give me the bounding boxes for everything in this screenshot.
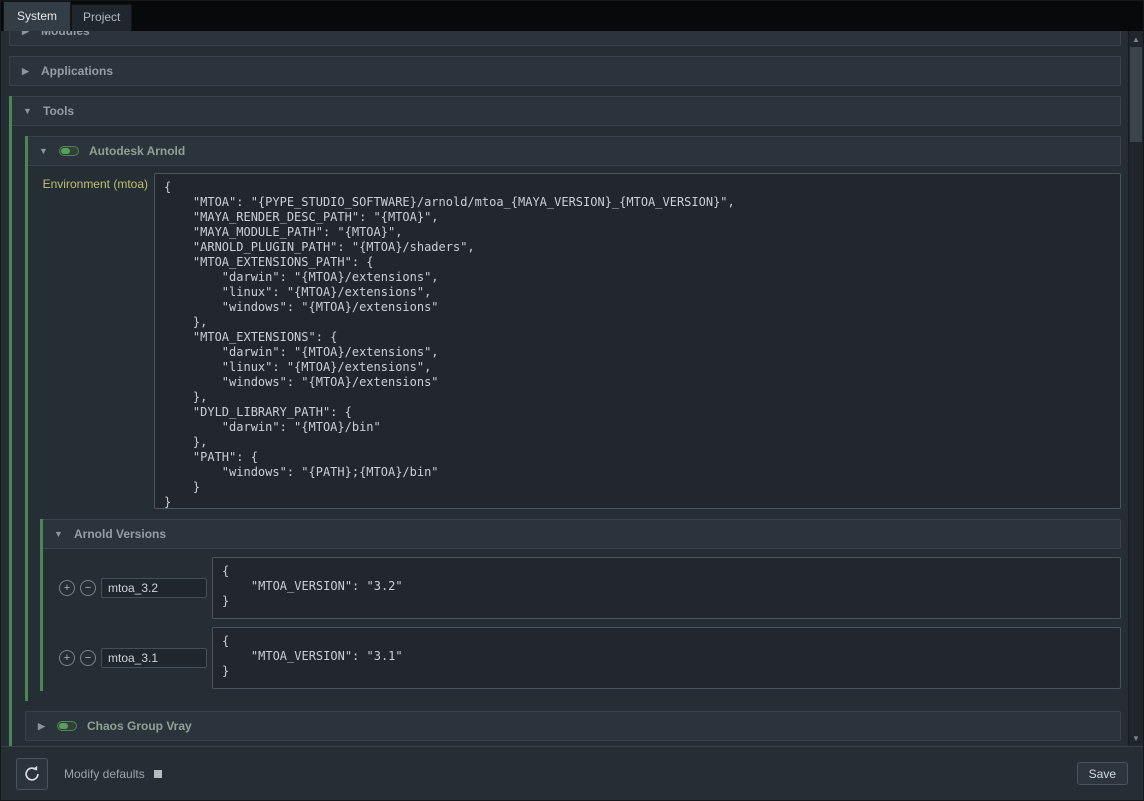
arnold-versions-body: + − { "MTOA_VERSION": "3.2" } + − { [43,557,1121,691]
save-button[interactable]: Save [1077,762,1128,785]
main-tab-bar: System Project [1,1,1143,31]
chevron-down-icon: ▼ [38,146,49,156]
section-title-autodesk-arnold: Autodesk Arnold [89,144,185,158]
modify-defaults-checkbox[interactable] [154,770,162,778]
chevron-down-icon: ▼ [22,106,33,116]
section-title-tools: Tools [43,104,74,118]
section-autodesk-arnold: ▼ Autodesk Arnold Environment (mtoa) { "… [25,136,1121,701]
environment-row: Environment (mtoa) { "MTOA": "{PYPE_STUD… [40,173,1121,509]
section-title-applications: Applications [41,64,113,78]
tab-system[interactable]: System [3,1,71,31]
vertical-scrollbar[interactable]: ▲ ▼ [1128,31,1143,746]
chevron-right-icon: ▶ [36,721,47,732]
version-row: + − { "MTOA_VERSION": "3.1" } [59,627,1121,689]
version-row: + − { "MTOA_VERSION": "3.2" } [59,557,1121,619]
section-header-autodesk-arnold[interactable]: ▼ Autodesk Arnold [28,136,1121,166]
section-tools: ▼ Tools ▼ Autodesk Arnold Environment (m… [9,96,1121,746]
environment-json-textarea[interactable]: { "MTOA": "{PYPE_STUDIO_SOFTWARE}/arnold… [154,173,1121,509]
section-title-arnold-versions: Arnold Versions [74,527,166,541]
section-header-chaos-group-vray[interactable]: ▶ Chaos Group Vray [25,711,1121,741]
section-header-tools[interactable]: ▼ Tools [12,96,1121,126]
enabled-toggle-icon[interactable] [57,721,77,731]
tools-body: ▼ Autodesk Arnold Environment (mtoa) { "… [12,126,1121,746]
settings-scroll-area: ▶ Modules ▶ Applications ▼ Tools ▼ Autod… [1,31,1128,746]
tab-project[interactable]: Project [71,4,132,31]
section-header-applications[interactable]: ▶ Applications [9,56,1121,86]
refresh-button[interactable] [16,758,48,790]
version-key-input[interactable] [101,578,207,598]
remove-version-button[interactable]: − [80,650,96,666]
section-header-modules[interactable]: ▶ Modules [9,31,1121,46]
version-key-input[interactable] [101,648,207,668]
arnold-body: Environment (mtoa) { "MTOA": "{PYPE_STUD… [28,166,1121,701]
version-json-textarea[interactable]: { "MTOA_VERSION": "3.2" } [212,557,1121,619]
section-header-arnold-versions[interactable]: ▼ Arnold Versions [43,519,1121,549]
add-version-button[interactable]: + [59,580,75,596]
remove-version-button[interactable]: − [80,580,96,596]
refresh-icon [23,765,41,783]
environment-label: Environment (mtoa) [40,173,154,509]
scrollbar-thumb[interactable] [1130,47,1142,142]
chevron-right-icon: ▶ [20,66,31,77]
chevron-right-icon: ▶ [20,31,31,37]
section-title-modules: Modules [41,31,90,38]
enabled-toggle-icon[interactable] [59,146,79,156]
version-json-textarea[interactable]: { "MTOA_VERSION": "3.1" } [212,627,1121,689]
scroll-down-icon[interactable]: ▼ [1129,731,1143,745]
section-arnold-versions: ▼ Arnold Versions + − { "MTOA_VERSION": … [40,519,1121,691]
section-title-chaos-group-vray: Chaos Group Vray [87,719,192,733]
chevron-down-icon: ▼ [53,529,64,539]
add-version-button[interactable]: + [59,650,75,666]
modify-defaults-label: Modify defaults [64,767,145,781]
scroll-up-icon[interactable]: ▲ [1129,32,1143,46]
footer-bar: Modify defaults Save [1,746,1143,800]
